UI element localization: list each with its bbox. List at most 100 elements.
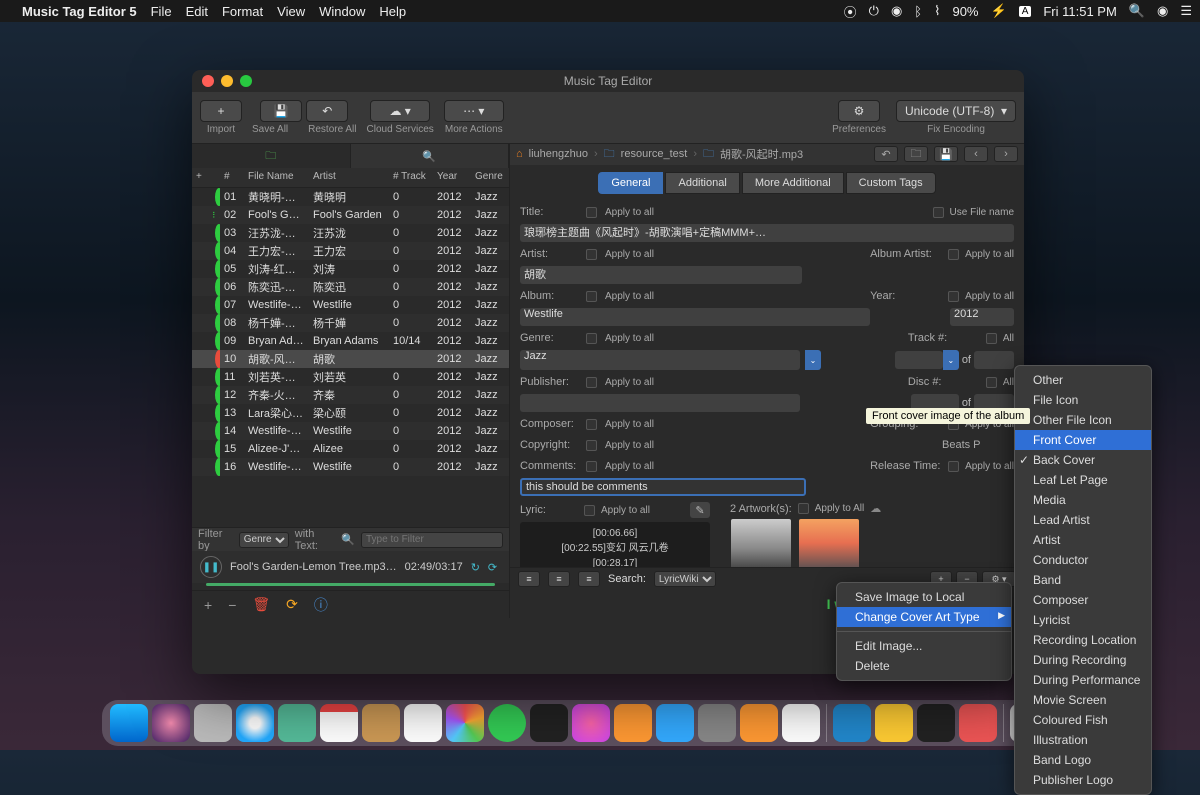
dock-calendar[interactable] bbox=[320, 704, 358, 742]
dock-textedit[interactable] bbox=[782, 704, 820, 742]
undo-button[interactable]: ↶ bbox=[874, 146, 898, 162]
badge-icon[interactable]: ◉ bbox=[891, 3, 902, 19]
title-apply-checkbox[interactable] bbox=[586, 207, 597, 218]
artwork-thumbnail[interactable] bbox=[731, 519, 791, 567]
play-pause-button[interactable]: ❚❚ bbox=[200, 556, 222, 578]
save-all-button[interactable]: 💾 bbox=[260, 100, 302, 122]
dock-contacts[interactable] bbox=[362, 704, 400, 742]
cloud-button[interactable]: ☁ ▾ bbox=[370, 100, 430, 122]
chevron-down-icon[interactable]: ⌄ bbox=[943, 350, 959, 370]
publisher-field[interactable] bbox=[520, 394, 800, 412]
dock-safari[interactable] bbox=[236, 704, 274, 742]
restore-all-button[interactable]: ↶ bbox=[306, 100, 348, 122]
ctx-delete-image[interactable]: Delete bbox=[837, 656, 1011, 676]
menu-window[interactable]: Window bbox=[319, 4, 365, 19]
fullscreen-button[interactable] bbox=[240, 75, 252, 87]
clock[interactable]: Fri 11:51 PM bbox=[1043, 4, 1116, 19]
more-actions-button[interactable]: ⋯ ▾ bbox=[444, 100, 504, 122]
folder-open-button[interactable]: 🗀 bbox=[904, 146, 928, 162]
publisher-apply-checkbox[interactable] bbox=[586, 377, 597, 388]
cover-type-item[interactable]: Lyricist bbox=[1015, 610, 1151, 630]
lyric-apply-checkbox[interactable] bbox=[584, 505, 595, 516]
table-row[interactable]: 16Westlife-You…Westlife02012Jazz bbox=[192, 458, 509, 476]
dock-sysprefs[interactable] bbox=[698, 704, 736, 742]
align-center-button[interactable]: ≡ bbox=[548, 571, 570, 587]
align-right-button[interactable]: ≡ bbox=[578, 571, 600, 587]
cover-type-item[interactable]: Leaf Let Page bbox=[1015, 470, 1151, 490]
cover-type-item[interactable]: Band Logo bbox=[1015, 750, 1151, 770]
cover-type-item[interactable]: Band bbox=[1015, 570, 1151, 590]
save-button[interactable]: 💾 bbox=[934, 146, 958, 162]
lyric-display[interactable]: [00:06.66][00:22.55]变幻 风云几卷[00:28.17][00… bbox=[520, 522, 710, 567]
cover-type-item[interactable]: Conductor bbox=[1015, 550, 1151, 570]
dock-app1[interactable] bbox=[917, 704, 955, 742]
encoding-select[interactable]: Unicode (UTF-8) ▾ bbox=[896, 100, 1016, 122]
year-field[interactable]: 2012 bbox=[950, 308, 1014, 326]
trackno-all-checkbox[interactable] bbox=[986, 333, 997, 344]
dock-ibooks[interactable] bbox=[614, 704, 652, 742]
album-artist-apply-checkbox[interactable] bbox=[948, 249, 959, 260]
album-apply-checkbox[interactable] bbox=[586, 291, 597, 302]
edit-lyric-button[interactable]: ✎ bbox=[690, 502, 710, 518]
cover-type-item[interactable]: Other File Icon bbox=[1015, 410, 1151, 430]
release-apply-checkbox[interactable] bbox=[948, 461, 959, 472]
app-name[interactable]: Music Tag Editor 5 bbox=[22, 4, 137, 19]
cover-type-item[interactable]: During Recording bbox=[1015, 650, 1151, 670]
activity-button[interactable]: ⟳ bbox=[286, 596, 298, 613]
cover-type-item[interactable]: Other bbox=[1015, 370, 1151, 390]
cover-type-item[interactable]: Publisher Logo bbox=[1015, 770, 1151, 790]
cover-type-item[interactable]: Media bbox=[1015, 490, 1151, 510]
align-left-button[interactable]: ≡ bbox=[518, 571, 540, 587]
menu-help[interactable]: Help bbox=[379, 4, 406, 19]
ctx-change-cover-type[interactable]: Change Cover Art Type bbox=[837, 607, 1011, 627]
cover-type-item[interactable]: Movie Screen bbox=[1015, 690, 1151, 710]
dnd-icon[interactable]: ⦿ bbox=[844, 2, 857, 21]
dock-photos[interactable] bbox=[446, 704, 484, 742]
notification-center-icon[interactable]: ☰ bbox=[1180, 3, 1192, 19]
menu-edit[interactable]: Edit bbox=[186, 4, 208, 19]
repeat-button[interactable]: ↻ bbox=[471, 561, 480, 574]
bluetooth-icon[interactable]: ᛒ bbox=[914, 4, 922, 19]
loop-button[interactable]: ⟳ bbox=[488, 561, 497, 574]
search-tab-icon[interactable]: 🔍 bbox=[351, 144, 510, 168]
import-button[interactable]: + bbox=[200, 100, 242, 122]
composer-apply-checkbox[interactable] bbox=[586, 419, 597, 430]
spotlight-icon[interactable]: 🔍 bbox=[1129, 3, 1145, 19]
table-row[interactable]: 14Westlife-The…Westlife02012Jazz bbox=[192, 422, 509, 440]
wifi-icon[interactable]: ⌇ bbox=[934, 3, 940, 19]
dock-launchpad[interactable] bbox=[194, 704, 232, 742]
table-row[interactable]: 13Lara梁心颐-不…梁心颐02012Jazz bbox=[192, 404, 509, 422]
trackof-field[interactable] bbox=[974, 351, 1014, 369]
artist-apply-checkbox[interactable] bbox=[586, 249, 597, 260]
cover-type-item[interactable]: Front Cover bbox=[1015, 430, 1151, 450]
artwork-item[interactable]: Front Cover bbox=[730, 519, 792, 567]
cover-type-item[interactable]: Artist bbox=[1015, 530, 1151, 550]
power-icon[interactable]: ⏻ bbox=[869, 3, 879, 19]
dock-terminal[interactable] bbox=[530, 704, 568, 742]
artwork-apply-checkbox[interactable] bbox=[798, 503, 809, 514]
filter-field-select[interactable]: Genre bbox=[239, 532, 289, 548]
dock-sublime[interactable] bbox=[740, 704, 778, 742]
dock-app2[interactable] bbox=[959, 704, 997, 742]
add-column-button[interactable]: + bbox=[192, 168, 208, 187]
delete-button[interactable]: 🗑 bbox=[252, 596, 270, 613]
tab-more-additional[interactable]: More Additional bbox=[742, 172, 844, 194]
cover-type-item[interactable]: Coloured Fish bbox=[1015, 710, 1151, 730]
ctx-edit-image[interactable]: Edit Image... bbox=[837, 636, 1011, 656]
copyright-apply-checkbox[interactable] bbox=[586, 440, 597, 451]
nav-back-button[interactable]: ‹ bbox=[964, 146, 988, 162]
cover-type-item[interactable]: Back Cover bbox=[1015, 450, 1151, 470]
dock-appstore[interactable] bbox=[656, 704, 694, 742]
battery-percent[interactable]: 90% bbox=[952, 4, 978, 19]
lyric-source-select[interactable]: LyricWiki bbox=[654, 571, 716, 587]
table-row[interactable]: 06陈奕迅-最冷一…陈奕迅02012Jazz bbox=[192, 278, 509, 296]
use-filename-checkbox[interactable] bbox=[933, 207, 944, 218]
siri-icon[interactable]: ◉ bbox=[1157, 3, 1168, 19]
artist-field[interactable]: 胡歌 bbox=[520, 266, 802, 284]
dock-itunes[interactable] bbox=[572, 704, 610, 742]
cover-type-item[interactable]: Illustration bbox=[1015, 730, 1151, 750]
artwork-item[interactable]: Back bbox=[798, 519, 860, 567]
album-field[interactable]: Westlife bbox=[520, 308, 870, 326]
menu-view[interactable]: View bbox=[277, 4, 305, 19]
artwork-thumbnail[interactable] bbox=[799, 519, 859, 567]
